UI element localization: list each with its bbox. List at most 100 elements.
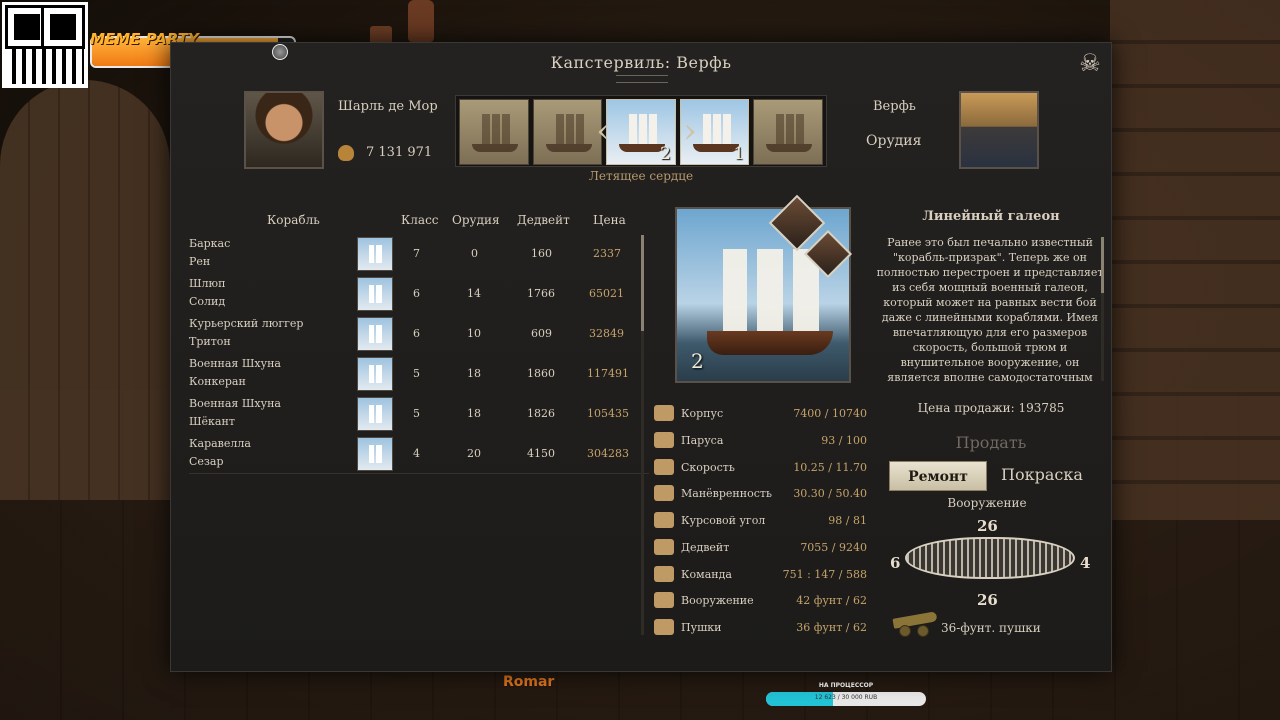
stat-crew: Команда 751 : 147 / 588 xyxy=(651,562,867,588)
stat-value: 751 : 147 / 588 xyxy=(782,568,867,581)
ship-slot[interactable] xyxy=(753,99,823,165)
sale-price: Цена продажи: 193785 xyxy=(917,401,1065,415)
row-class: 7 xyxy=(413,247,420,260)
ship-slot[interactable] xyxy=(459,99,529,165)
description-scrollbar[interactable] xyxy=(1101,237,1104,381)
row-ship-name: Конкеран xyxy=(189,375,246,388)
shipyard-label: Верфь xyxy=(873,99,916,114)
stat-hull: Корпус 7400 / 10740 xyxy=(651,401,867,427)
tavern-cabinet-right xyxy=(1110,0,1280,520)
ship-thumbnail xyxy=(357,397,393,431)
ship-slot-active[interactable]: 2 xyxy=(606,99,676,165)
row-price: 2337 xyxy=(593,247,621,260)
row-guns: 20 xyxy=(467,447,481,460)
ship-silhouette xyxy=(772,114,807,144)
row-deadweight: 1860 xyxy=(527,367,555,380)
row-guns: 0 xyxy=(471,247,478,260)
ship-list-scrollbar[interactable] xyxy=(641,235,644,635)
ship-thumbnail xyxy=(357,317,393,351)
stat-value: 10.25 / 11.70 xyxy=(793,461,867,474)
qr-code xyxy=(2,2,88,88)
ship-deck-plan xyxy=(905,537,1075,579)
stat-label: Скорость xyxy=(681,461,735,474)
viewer-name: Romar xyxy=(503,674,555,690)
row-deadweight: 1826 xyxy=(527,407,555,420)
table-row[interactable]: Военная Шхуна Шёкант 5 18 1826 105435 xyxy=(187,395,641,433)
ship-list-scroll-thumb[interactable] xyxy=(641,235,644,331)
row-deadweight: 160 xyxy=(531,247,552,260)
row-guns: 14 xyxy=(467,287,481,300)
ship-hull xyxy=(472,144,518,152)
cpu-donation-label: НА ПРОЦЕССОР xyxy=(818,682,874,689)
table-row[interactable]: Шлюп Солид 6 14 1766 65021 xyxy=(187,275,641,313)
ship-silhouette xyxy=(478,114,512,144)
ship-sails xyxy=(719,249,823,333)
row-guns: 10 xyxy=(467,327,481,340)
ship-class-title: Линейный галеон xyxy=(922,209,1060,224)
table-row[interactable]: Военная Шхуна Конкеран 5 18 1860 117491 xyxy=(187,355,641,393)
row-price: 304283 xyxy=(587,447,629,460)
cpu-donation-widget: НА ПРОЦЕССОР 12 623 / 30 000 RUB xyxy=(766,682,926,710)
row-guns: 18 xyxy=(467,367,481,380)
table-row[interactable]: Курьерский люггер Тритон 6 10 609 32849 xyxy=(187,315,641,353)
window-title: Капстервиль: Верфь xyxy=(550,53,732,72)
cannonball-icon xyxy=(654,592,674,608)
stat-label: Пушки xyxy=(681,621,722,634)
ship-thumbnail xyxy=(357,237,393,271)
stat-value: 98 / 81 xyxy=(828,514,867,527)
shipyard-image xyxy=(959,91,1039,169)
stat-value: 7400 / 10740 xyxy=(793,407,867,420)
cannons-tab[interactable]: Орудия xyxy=(866,133,921,149)
header-ship: Корабль xyxy=(267,213,320,227)
cannon-wheel xyxy=(899,625,911,637)
stat-label: Манёвренность xyxy=(681,487,772,500)
cannon-icon xyxy=(889,611,941,637)
tavern-door-left xyxy=(0,80,170,500)
row-guns: 18 xyxy=(467,407,481,420)
cannon-wheel xyxy=(917,625,929,637)
row-ship-type: Шлюп xyxy=(189,277,226,290)
title-ornament xyxy=(616,75,668,83)
stat-speed: Скорость 10.25 / 11.70 xyxy=(651,455,867,481)
table-row[interactable]: Каравелла Сезар 4 20 4150 304283 xyxy=(187,435,641,473)
cannon-barrel xyxy=(892,611,938,629)
meme-party-count: 46 / 50 xyxy=(223,46,266,59)
captain-name: Шарль де Мор xyxy=(338,99,438,114)
ship-slot[interactable] xyxy=(532,99,603,165)
stat-cannons: Пушки 36 фунт / 62 xyxy=(651,615,867,641)
hull-icon xyxy=(654,405,674,421)
coin-icon xyxy=(272,44,288,60)
header-deadweight: Дедвейт xyxy=(517,213,570,227)
sails-icon xyxy=(654,432,674,448)
row-price: 117491 xyxy=(587,367,629,380)
row-class: 5 xyxy=(413,407,420,420)
row-ship-type: Курьерский люггер xyxy=(189,317,304,330)
row-ship-name: Сезар xyxy=(189,455,224,468)
selected-ship-name: Летящее сердце xyxy=(588,169,694,183)
stat-value: 93 / 100 xyxy=(821,434,867,447)
speed-icon xyxy=(654,459,674,475)
armament-title: Вооружение xyxy=(947,496,1027,510)
description-scroll-thumb[interactable] xyxy=(1101,237,1104,293)
row-price: 105435 xyxy=(587,407,629,420)
skull-crossbones-icon[interactable]: ☠ xyxy=(1076,49,1104,77)
slot-number: 1 xyxy=(733,144,745,164)
ship-thumbnail xyxy=(357,357,393,391)
guns-port-count: 26 xyxy=(977,591,998,609)
stat-value: 30.30 / 50.40 xyxy=(793,487,867,500)
bottle-prop xyxy=(408,0,434,42)
table-row[interactable]: Баркас Рен 7 0 160 2337 xyxy=(187,235,641,273)
chevron-left-icon[interactable]: ‹ xyxy=(596,109,610,153)
sell-button[interactable]: Продать xyxy=(871,433,1111,452)
repair-button[interactable]: Ремонт xyxy=(889,461,987,491)
guns-bow-count: 6 xyxy=(890,554,901,572)
crew-icon xyxy=(654,566,674,582)
chevron-right-icon[interactable]: › xyxy=(683,109,697,153)
heading-angle-icon xyxy=(654,512,674,528)
ship-hull xyxy=(707,331,833,355)
stat-maneuverability: Манёвренность 30.30 / 50.40 xyxy=(651,481,867,507)
stat-armament: Вооружение 42 фунт / 62 xyxy=(651,588,867,614)
header-class: Класс xyxy=(401,213,439,227)
paint-button[interactable]: Покраска xyxy=(1001,465,1083,484)
stat-value: 36 фунт / 62 xyxy=(796,621,867,634)
